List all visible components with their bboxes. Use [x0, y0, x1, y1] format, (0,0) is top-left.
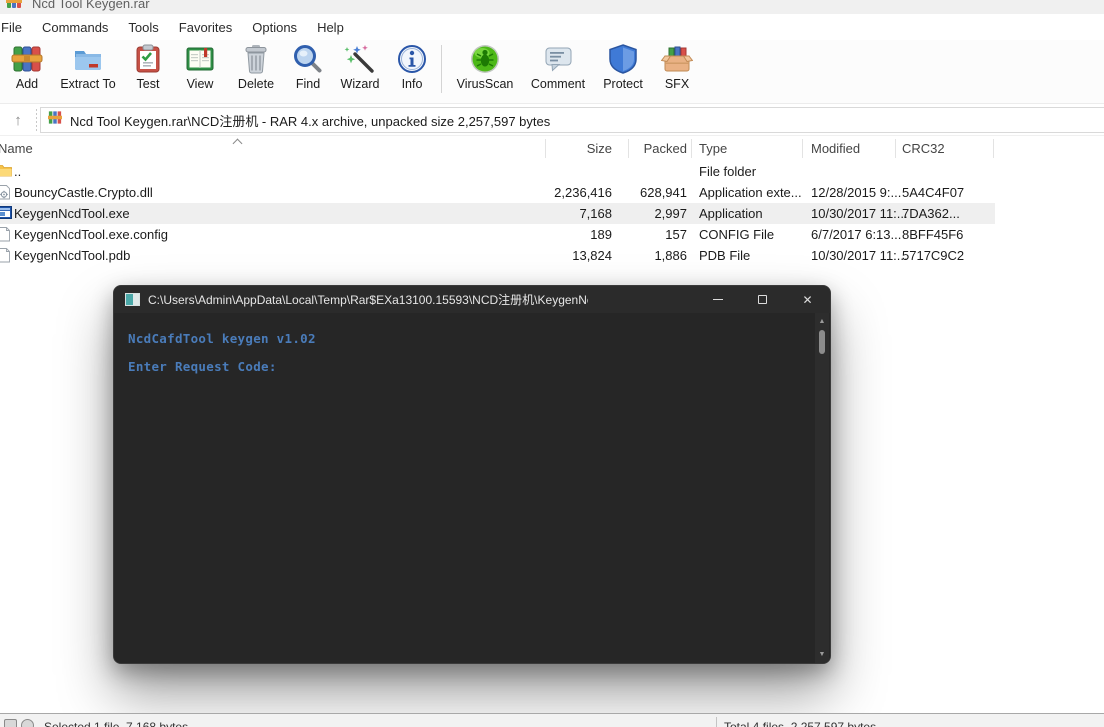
column-crc32[interactable]: CRC32	[902, 136, 945, 161]
screen: Ncd Tool Keygen.rar File Commands Tools …	[0, 0, 1104, 727]
maximize-button[interactable]	[740, 286, 785, 313]
close-icon: ✕	[802, 293, 812, 307]
wizard-wand-icon	[344, 43, 376, 75]
delete-trash-icon	[240, 43, 272, 75]
up-one-level-button[interactable]: ↑	[4, 107, 32, 133]
file-list-header: Name Size Packed Type Modified CRC32	[0, 136, 1104, 161]
table-row-config[interactable]: KeygenNcdTool.exe.config 189 157 CONFIG …	[0, 224, 1104, 245]
column-size[interactable]: Size	[545, 136, 628, 161]
console-titlebar[interactable]: C:\Users\Admin\AppData\Local\Temp\Rar$EX…	[114, 286, 830, 313]
menu-help[interactable]: Help	[307, 16, 354, 39]
find-label: Find	[296, 77, 320, 91]
sfx-button[interactable]: SFX	[653, 43, 701, 101]
statusbar-separator	[716, 717, 717, 727]
find-magnifier-icon	[292, 43, 324, 75]
sort-ascending-icon[interactable]	[234, 138, 242, 146]
scrollbar-thumb[interactable]	[819, 330, 825, 354]
exe-file-icon	[0, 206, 12, 222]
archive-path-text: Ncd Tool Keygen.rar\NCD注册机 - RAR 4.x arc…	[70, 111, 550, 130]
test-clipboard-icon	[132, 43, 164, 75]
protect-label: Protect	[603, 77, 643, 91]
statusbar: Selected 1 file, 7,168 bytes Total 4 fil…	[0, 713, 1104, 727]
delete-button[interactable]: Delete	[228, 43, 284, 101]
file-icon	[0, 227, 11, 245]
table-row-parent-dir[interactable]: .. File folder	[0, 161, 1104, 182]
test-button[interactable]: Test	[124, 43, 172, 101]
folder-icon	[0, 164, 12, 180]
winrar-logo-icon	[6, 0, 22, 13]
comment-bubble-icon	[542, 43, 574, 75]
view-label: View	[187, 77, 214, 91]
find-button[interactable]: Find	[284, 43, 332, 101]
comment-button[interactable]: Comment	[523, 43, 593, 101]
protect-button[interactable]: Protect	[593, 43, 653, 101]
address-grip	[36, 109, 37, 131]
sfx-box-icon	[661, 43, 693, 75]
console-app-icon	[125, 293, 140, 306]
winrar-mini-icon	[48, 111, 62, 129]
menu-file[interactable]: File	[0, 16, 32, 39]
sfx-label: SFX	[665, 77, 689, 91]
column-packed[interactable]: Packed	[628, 136, 691, 161]
key-icon[interactable]	[21, 719, 34, 727]
console-title: C:\Users\Admin\AppData\Local\Temp\Rar$EX…	[148, 291, 588, 308]
virusscan-bug-icon	[469, 43, 501, 75]
menubar: File Commands Tools Favorites Options He…	[0, 14, 1104, 40]
column-name[interactable]: Name	[0, 136, 33, 161]
console-scrollbar[interactable]: ▲ ▼	[815, 313, 829, 664]
virusscan-label: VirusScan	[457, 77, 514, 91]
drive-icon[interactable]	[4, 719, 17, 727]
console-window: C:\Users\Admin\AppData\Local\Temp\Rar$EX…	[113, 285, 831, 664]
close-button[interactable]: ✕	[785, 286, 830, 313]
file-icon	[0, 248, 11, 266]
total-info: Total 4 files, 2,257,597 bytes	[724, 720, 876, 727]
menu-favorites[interactable]: Favorites	[169, 16, 242, 39]
scroll-down-icon[interactable]: ▼	[815, 650, 829, 660]
comment-label: Comment	[531, 77, 585, 91]
info-button[interactable]: Info	[388, 43, 436, 101]
console-line: NcdCafdTool keygen v1.02	[128, 331, 316, 346]
column-type[interactable]: Type	[699, 136, 727, 161]
info-icon	[396, 43, 428, 75]
toolbar: Add Extract To Test	[0, 40, 1104, 104]
test-label: Test	[137, 77, 160, 91]
maximize-icon	[758, 295, 767, 304]
toolbar-separator	[436, 43, 447, 95]
protect-shield-icon	[607, 43, 639, 75]
table-row-pdb[interactable]: KeygenNcdTool.pdb 13,824 1,886 PDB File …	[0, 245, 1104, 266]
menu-commands[interactable]: Commands	[32, 16, 118, 39]
wizard-label: Wizard	[341, 77, 380, 91]
address-row: ↑ Ncd Tool Keygen.rar\NCD注册机 - RAR 4.x a…	[0, 104, 1104, 136]
archive-add-icon	[11, 43, 43, 75]
address-field[interactable]: Ncd Tool Keygen.rar\NCD注册机 - RAR 4.x arc…	[40, 107, 1104, 133]
file-list: .. File folder BouncyCastle.Crypto.dll 2…	[0, 161, 1104, 266]
console-line: Enter Request Code:	[128, 359, 277, 374]
wizard-button[interactable]: Wizard	[332, 43, 388, 101]
scroll-up-icon[interactable]: ▲	[815, 317, 829, 327]
view-book-icon	[184, 43, 216, 75]
dll-file-icon	[0, 185, 11, 203]
add-label: Add	[16, 77, 38, 91]
add-button[interactable]: Add	[2, 43, 52, 101]
delete-label: Delete	[238, 77, 274, 91]
winrar-titlebar[interactable]: Ncd Tool Keygen.rar	[0, 0, 1104, 14]
extract-to-label: Extract To	[60, 77, 115, 91]
console-output[interactable]: NcdCafdTool keygen v1.02 Enter Request C…	[114, 313, 830, 664]
minimize-icon	[713, 299, 723, 300]
view-button[interactable]: View	[172, 43, 228, 101]
column-modified[interactable]: Modified	[811, 136, 860, 161]
info-label: Info	[402, 77, 423, 91]
extract-to-button[interactable]: Extract To	[52, 43, 124, 101]
virusscan-button[interactable]: VirusScan	[447, 43, 523, 101]
minimize-button[interactable]	[695, 286, 740, 313]
extract-folder-icon	[72, 43, 104, 75]
menu-options[interactable]: Options	[242, 16, 307, 39]
selected-info: Selected 1 file, 7,168 bytes	[44, 720, 188, 727]
window-title: Ncd Tool Keygen.rar	[32, 0, 150, 11]
table-row-exe[interactable]: KeygenNcdTool.exe 7,168 2,997 Applicatio…	[0, 203, 1104, 224]
menu-tools[interactable]: Tools	[118, 16, 168, 39]
table-row-dll[interactable]: BouncyCastle.Crypto.dll 2,236,416 628,94…	[0, 182, 1104, 203]
